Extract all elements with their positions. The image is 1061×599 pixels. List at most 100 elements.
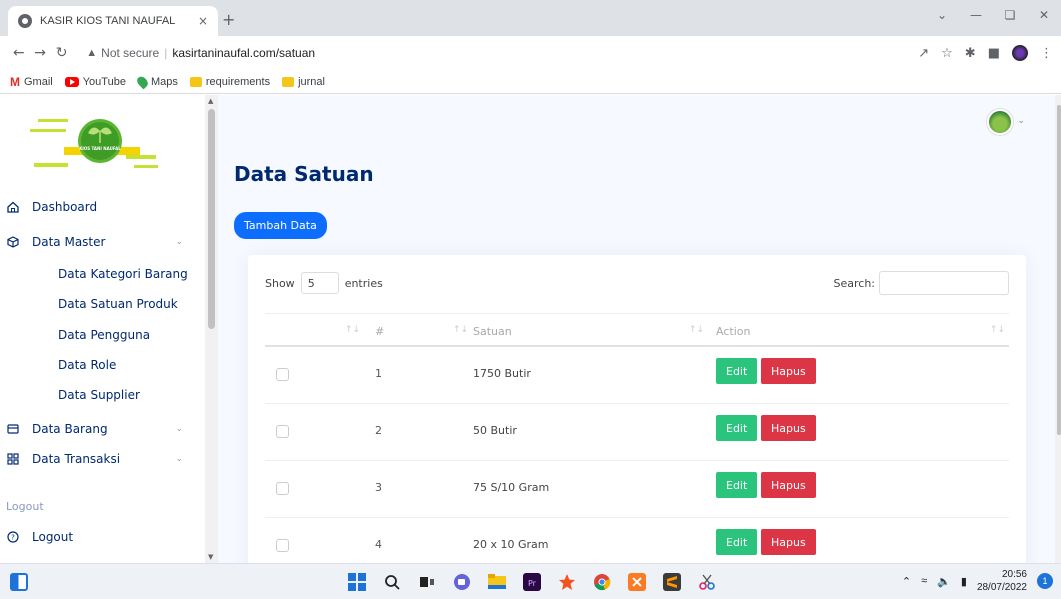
edit-button[interactable]: Edit (716, 358, 758, 384)
table-header: ↑↓ # ↑↓ Satuan ↑↓ Action ↑↓ (265, 313, 1009, 347)
page-title: Data Satuan (234, 162, 374, 186)
security-label: Not secure (101, 46, 160, 60)
delete-button[interactable]: Hapus (761, 358, 816, 384)
extensions-icon[interactable]: ✱ (965, 46, 976, 61)
scroll-down-icon[interactable]: ▼ (208, 553, 213, 561)
tab-close-icon[interactable]: × (198, 14, 208, 28)
sidebar-item-data-transaksi[interactable]: Data Transaksi ⌄ (0, 445, 205, 473)
scroll-up-icon[interactable]: ▲ (208, 97, 213, 105)
page-scrollbar[interactable] (1055, 95, 1061, 563)
delete-button[interactable]: Hapus (761, 415, 816, 441)
minimize-icon[interactable]: — (959, 0, 993, 30)
bookmark-label: Maps (150, 75, 178, 88)
clock-time: 20:56 (1001, 569, 1027, 580)
home-icon (6, 200, 20, 214)
sidebar-subitem-pengguna[interactable]: Data Pengguna (58, 328, 150, 342)
bookmark-requirements[interactable]: requirements (189, 76, 270, 88)
chevron-up-icon[interactable]: ⌃ (902, 575, 911, 588)
sidebar-item-data-barang[interactable]: Data Barang ⌄ (0, 415, 205, 443)
row-checkbox[interactable] (276, 482, 289, 495)
sidebar-item-logout[interactable]: ? Logout (0, 523, 205, 551)
task-view-icon[interactable] (415, 570, 439, 594)
sidebar-subitem-role[interactable]: Data Role (58, 358, 116, 372)
notification-badge[interactable]: 1 (1037, 573, 1053, 589)
back-icon[interactable]: ← (8, 45, 29, 61)
premiere-pro-icon[interactable]: Pr (520, 570, 544, 594)
column-header-action[interactable]: Action (716, 325, 750, 338)
grid-icon (6, 452, 20, 466)
bookmark-gmail[interactable]: M Gmail (10, 75, 53, 89)
column-header-satuan[interactable]: Satuan (473, 325, 512, 338)
edit-button[interactable]: Edit (716, 415, 758, 441)
maximize-icon[interactable]: ❏ (993, 0, 1027, 30)
chrome-icon[interactable] (590, 570, 614, 594)
forward-icon[interactable]: → (29, 45, 50, 61)
sidebar-item-data-master[interactable]: Data Master ⌄ (0, 228, 205, 256)
menu-icon[interactable]: ⋮ (1040, 46, 1053, 61)
warning-icon[interactable]: ▲ (86, 47, 97, 59)
share-icon[interactable]: ↗ (918, 46, 929, 61)
tab-search-icon[interactable]: ⌄ (925, 0, 959, 30)
close-window-icon[interactable]: ✕ (1027, 0, 1061, 30)
xampp-icon[interactable] (625, 570, 649, 594)
sort-icon[interactable]: ↑↓ (689, 325, 704, 335)
row-number: 1 (375, 367, 382, 380)
bookmark-star-icon[interactable]: ☆ (941, 46, 953, 61)
url-input[interactable]: ▲ Not secure | kasirtaninaufal.com/satua… (80, 40, 919, 66)
sidebar-subitem-kategori-barang[interactable]: Data Kategori Barang (58, 267, 188, 281)
sort-icon[interactable]: ↑↓ (453, 325, 468, 335)
volume-icon[interactable]: 🔈 (937, 575, 951, 588)
file-explorer-icon[interactable] (485, 570, 509, 594)
bookmark-maps[interactable]: Maps (135, 74, 178, 89)
row-checkbox[interactable] (276, 368, 289, 381)
edit-button[interactable]: Edit (716, 472, 758, 498)
new-tab-button[interactable]: + (222, 10, 235, 29)
box-icon (6, 235, 20, 249)
battery-icon[interactable]: ▮ (961, 575, 967, 588)
scrollbar-thumb[interactable] (208, 109, 215, 329)
sort-icon[interactable]: ↑↓ (345, 325, 360, 335)
avatar[interactable] (987, 109, 1013, 135)
column-header-number[interactable]: # (375, 325, 384, 338)
delete-button[interactable]: Hapus (761, 472, 816, 498)
clock[interactable]: 20:56 28/07/2022 (977, 568, 1027, 594)
teams-chat-icon[interactable] (450, 570, 474, 594)
search-icon[interactable] (380, 570, 404, 594)
chevron-down-icon[interactable]: ⌄ (1017, 116, 1025, 126)
logo[interactable]: KIOS TANI NAUFAL (30, 109, 170, 179)
entries-select[interactable]: 5 (300, 272, 339, 294)
row-satuan: 1750 Butir (473, 367, 531, 380)
sidebar-subitem-satuan-produk[interactable]: Data Satuan Produk (58, 297, 178, 311)
main-content: ⌄ Data Satuan Tambah Data Show 5 entries… (218, 95, 1061, 563)
bookmark-youtube[interactable]: YouTube (64, 76, 126, 88)
wifi-icon[interactable]: ≈ (921, 575, 927, 587)
table-row: 2 50 Butir Edit Hapus (265, 404, 1009, 461)
youtube-icon (64, 76, 79, 87)
sublime-text-icon[interactable] (660, 570, 684, 594)
reload-icon[interactable]: ↻ (51, 45, 72, 61)
search-input[interactable] (879, 271, 1009, 295)
row-checkbox[interactable] (276, 539, 289, 552)
folder-icon (282, 76, 295, 87)
address-bar: ← → ↻ ▲ Not secure | kasirtaninaufal.com… (0, 36, 1061, 70)
add-data-button[interactable]: Tambah Data (234, 212, 327, 239)
edit-button[interactable]: Edit (716, 529, 758, 555)
sidebar-scrollbar[interactable]: ▲ ▼ (205, 95, 218, 563)
windows-start-icon[interactable] (345, 570, 369, 594)
row-number: 2 (375, 424, 382, 437)
widgets-icon[interactable] (10, 573, 28, 591)
browser-tab[interactable]: KASIR KIOS TANI NAUFAL × (8, 6, 218, 36)
sidepanel-icon[interactable]: ■ (988, 46, 1000, 61)
bookmark-jurnal[interactable]: jurnal (282, 76, 325, 88)
sort-icon[interactable]: ↑↓ (990, 325, 1005, 335)
snipping-tool-icon[interactable] (695, 570, 719, 594)
row-satuan: 50 Butir (473, 424, 517, 437)
sidebar-subitem-supplier[interactable]: Data Supplier (58, 388, 140, 402)
sidebar-item-dashboard[interactable]: Dashboard (0, 193, 205, 221)
profile-icon[interactable] (1012, 45, 1028, 61)
scrollbar-thumb[interactable] (1057, 105, 1061, 435)
star-app-icon[interactable] (555, 570, 579, 594)
row-checkbox[interactable] (276, 425, 289, 438)
delete-button[interactable]: Hapus (761, 529, 816, 555)
browser-tab-bar: KASIR KIOS TANI NAUFAL × + ⌄ — ❏ ✕ (0, 0, 1061, 36)
